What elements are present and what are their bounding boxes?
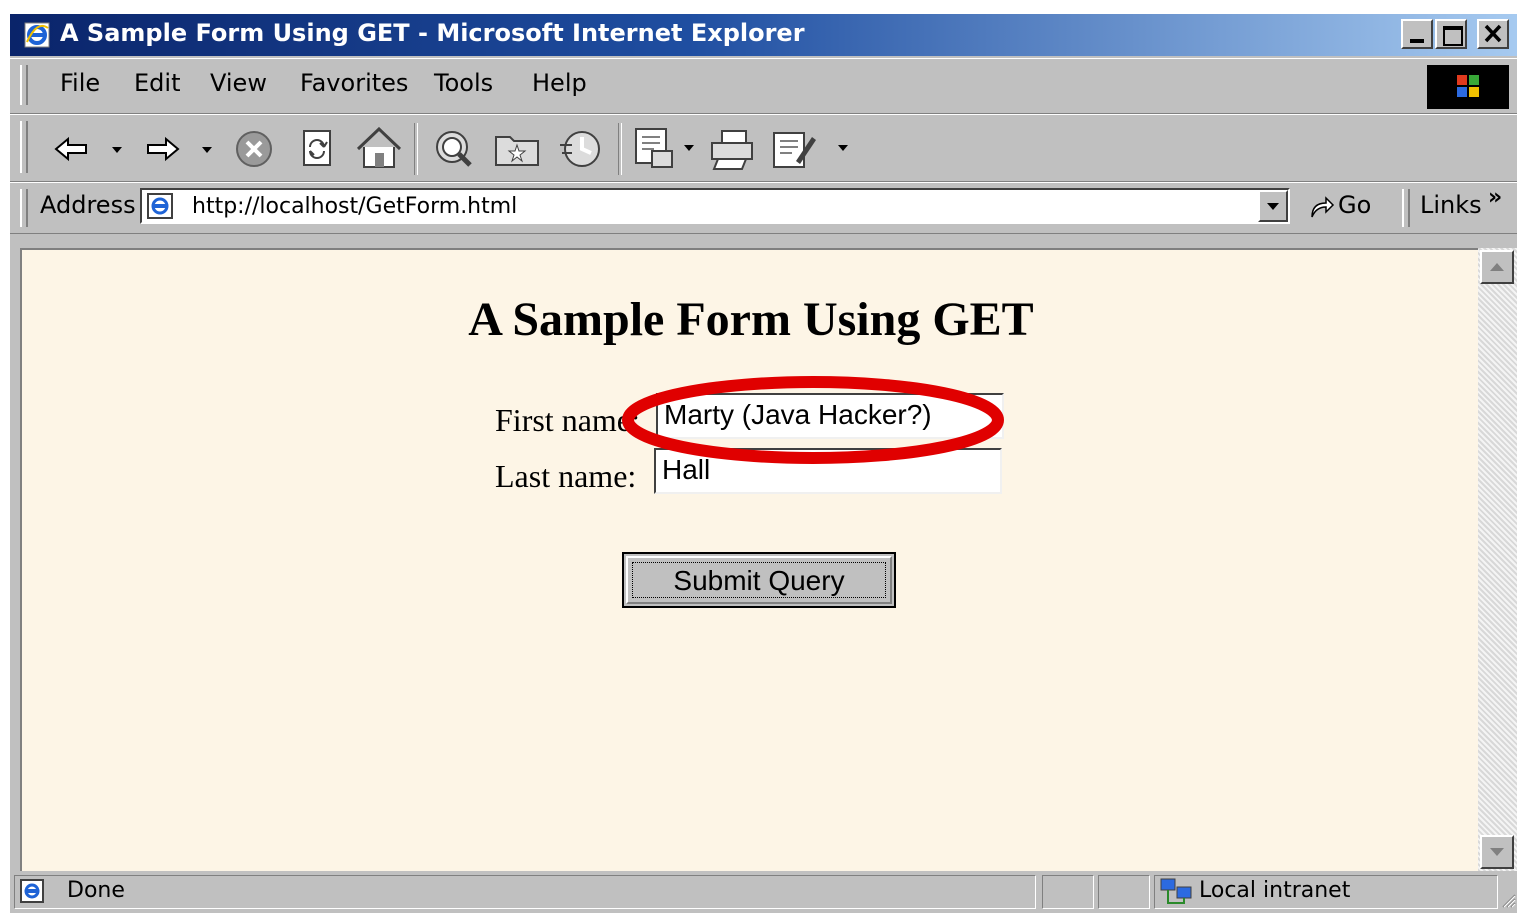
refresh-icon[interactable] <box>296 127 340 171</box>
address-url: http://localhost/GetForm.html <box>192 194 518 219</box>
ie-logo-icon <box>24 22 50 48</box>
menu-grip[interactable] <box>20 65 28 105</box>
status-bar: Done Local intranet <box>10 871 1517 913</box>
close-button[interactable] <box>1477 19 1509 49</box>
scroll-down-arrow-icon <box>1490 848 1504 856</box>
status-pane-progress <box>1042 875 1094 909</box>
menu-favorites[interactable]: Favorites <box>300 69 408 97</box>
go-label: Go <box>1338 191 1372 219</box>
menu-edit[interactable]: Edit <box>134 69 180 97</box>
address-dropdown-button[interactable] <box>1258 190 1288 222</box>
status-pane-zone: Local intranet <box>1154 875 1498 909</box>
menu-file[interactable]: File <box>60 69 100 97</box>
forward-icon[interactable] <box>140 131 220 167</box>
minimize-icon <box>1410 39 1424 43</box>
minimize-button[interactable] <box>1401 19 1433 49</box>
highlight-ellipse <box>622 376 1004 464</box>
browser-window: A Sample Form Using GET - Microsoft Inte… <box>10 14 1517 913</box>
links-grip[interactable] <box>1402 189 1410 227</box>
address-bar: Address http://localhost/GetForm.html Go… <box>10 182 1517 234</box>
links-label[interactable]: Links <box>1420 191 1482 219</box>
toolbar-separator <box>618 123 622 175</box>
toolbar-grip[interactable] <box>20 121 28 173</box>
back-icon[interactable] <box>50 131 130 167</box>
address-label: Address <box>40 191 136 219</box>
submit-label: Submit Query <box>632 562 886 598</box>
windows-logo-icon <box>1427 65 1509 109</box>
standard-toolbar <box>10 114 1517 182</box>
status-pane-security <box>1098 875 1150 909</box>
window-title: A Sample Form Using GET - Microsoft Inte… <box>60 19 805 47</box>
print-icon[interactable] <box>708 127 758 171</box>
maximize-button[interactable] <box>1435 19 1467 49</box>
chevron-right-icon[interactable]: » <box>1488 185 1502 210</box>
zone-text: Local intranet <box>1199 878 1351 903</box>
status-text: Done <box>67 878 125 903</box>
toolbar-separator <box>414 123 418 175</box>
close-icon <box>1484 24 1502 43</box>
stop-icon[interactable] <box>232 129 276 169</box>
go-button[interactable]: Go <box>1304 189 1386 227</box>
home-icon[interactable] <box>354 125 404 173</box>
title-bar[interactable]: A Sample Form Using GET - Microsoft Inte… <box>10 14 1517 56</box>
search-icon[interactable] <box>430 125 478 173</box>
address-input[interactable]: http://localhost/GetForm.html <box>140 188 1290 224</box>
scroll-up-arrow-icon <box>1490 263 1504 271</box>
go-arrow-icon <box>1311 196 1335 218</box>
favorites-icon[interactable] <box>492 127 544 171</box>
status-pane-main: Done <box>14 875 1036 909</box>
last-name-label: Last name: <box>495 458 637 494</box>
menu-view[interactable]: View <box>210 69 267 97</box>
menu-bar: File Edit View Favorites Tools Help <box>10 58 1517 114</box>
menu-help[interactable]: Help <box>532 69 587 97</box>
local-intranet-icon <box>1160 878 1192 904</box>
page-done-icon <box>20 879 44 903</box>
chevron-down-icon <box>1267 203 1279 210</box>
scroll-up-button[interactable] <box>1480 250 1514 284</box>
scroll-down-button[interactable] <box>1480 835 1514 869</box>
address-grip[interactable] <box>20 189 28 227</box>
submit-button[interactable]: Submit Query <box>622 552 896 608</box>
page-viewport: A Sample Form Using GET First name: Mart… <box>20 248 1478 871</box>
vertical-scrollbar[interactable] <box>1478 248 1517 871</box>
resize-grip-icon[interactable] <box>1499 875 1517 909</box>
page-heading: A Sample Form Using GET <box>468 293 1034 346</box>
maximize-icon <box>1443 26 1463 46</box>
mail-icon[interactable] <box>632 125 706 173</box>
menu-tools[interactable]: Tools <box>434 69 493 97</box>
history-icon[interactable] <box>556 125 606 173</box>
page-icon <box>147 193 173 219</box>
edit-icon[interactable] <box>768 127 854 171</box>
